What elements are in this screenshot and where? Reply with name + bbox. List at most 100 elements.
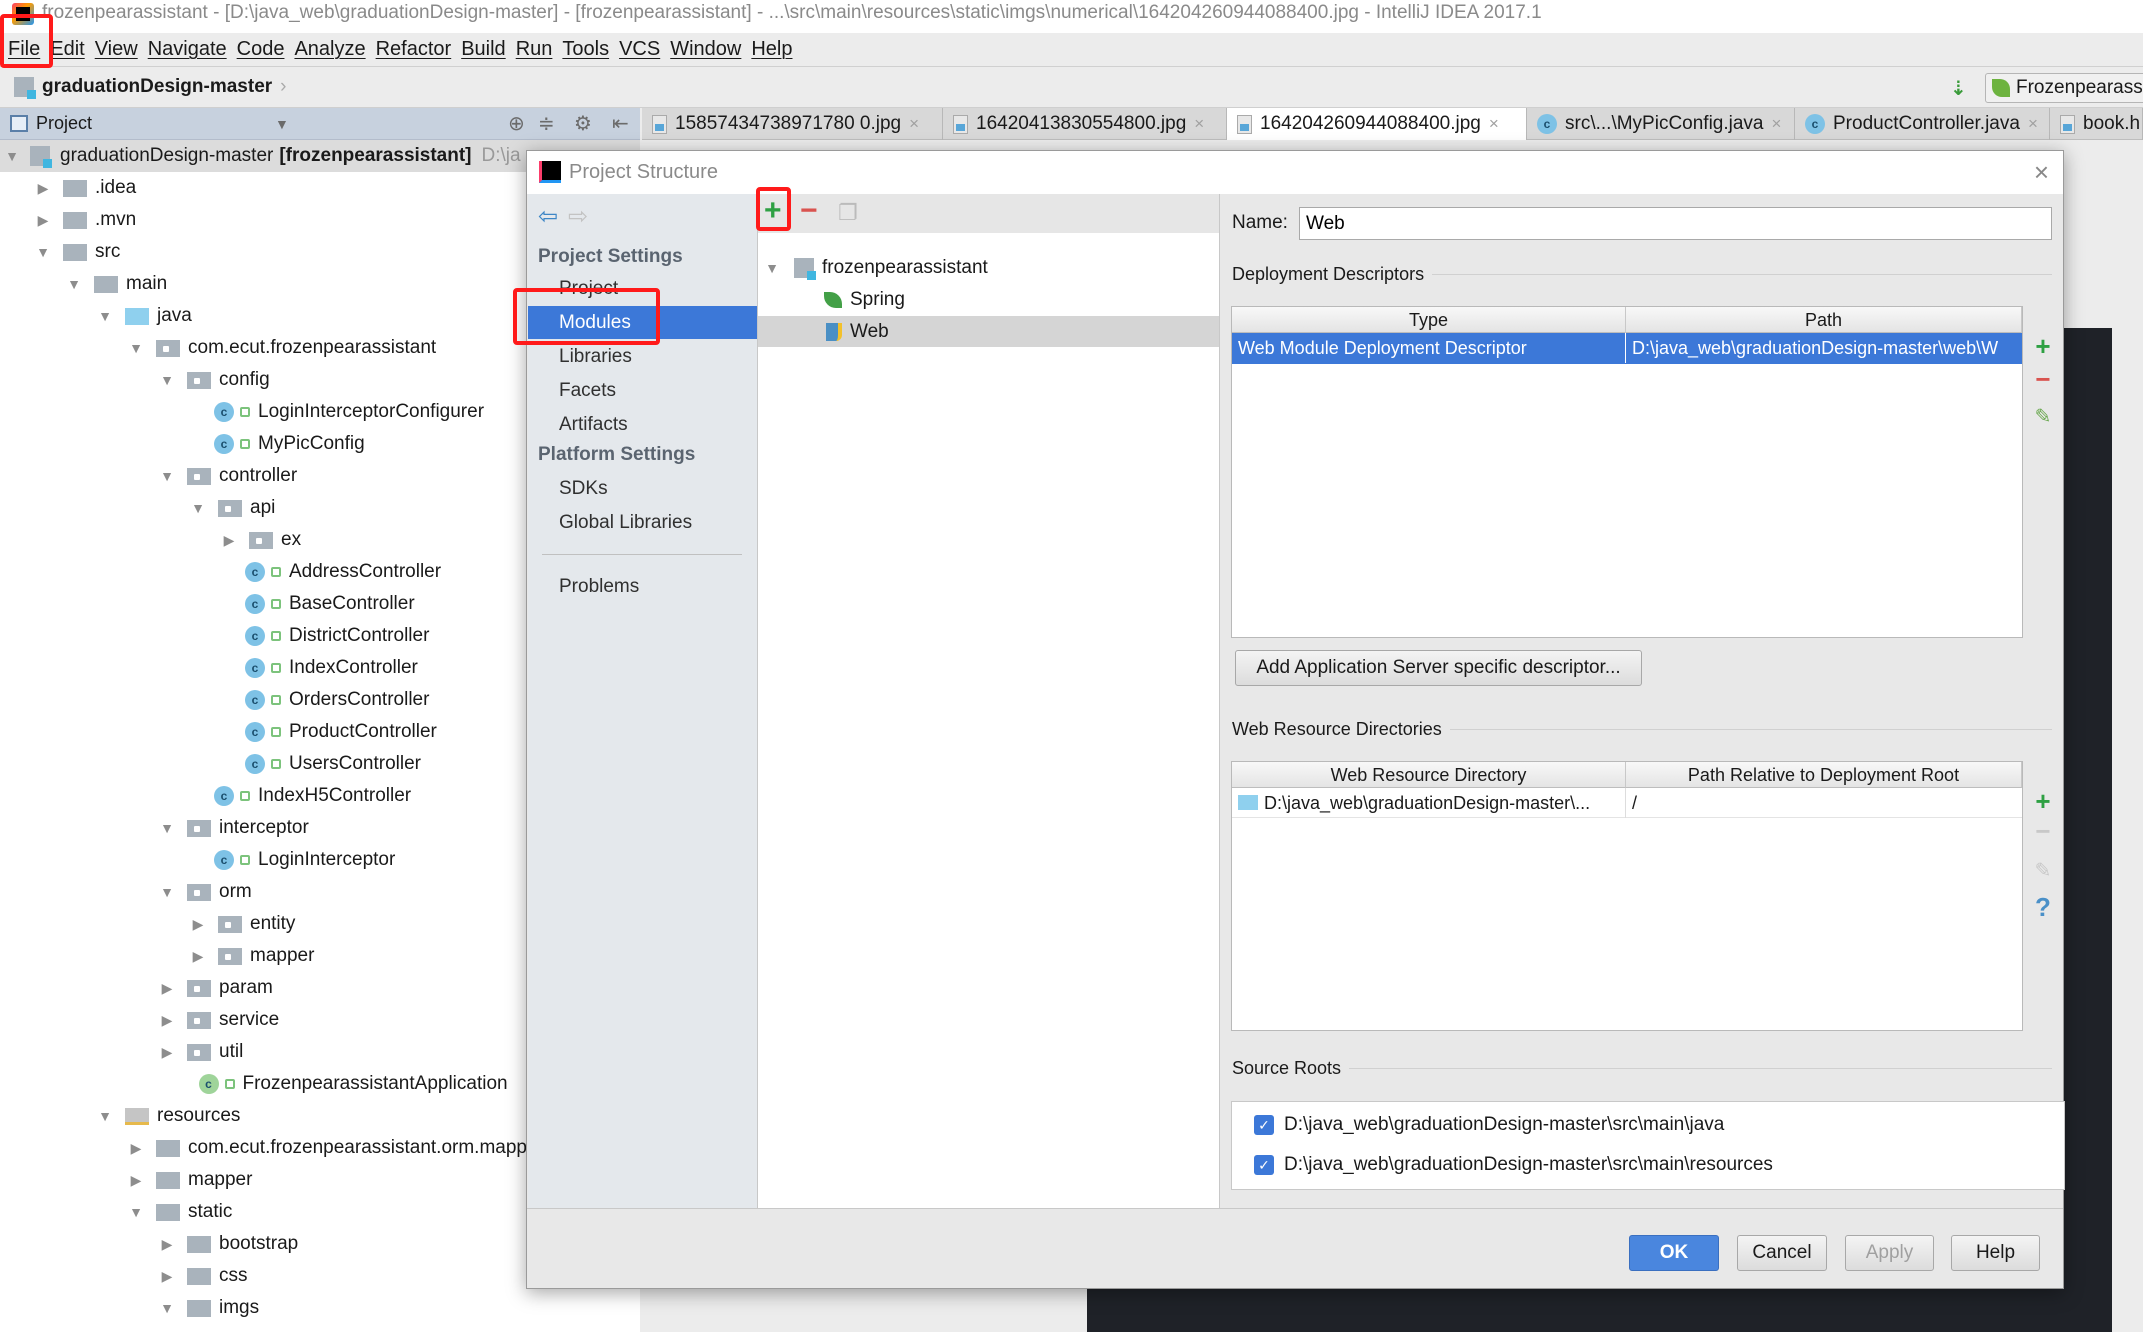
nav-item-problems[interactable]: Problems xyxy=(528,570,757,603)
back-arrow-icon[interactable]: ⇦ xyxy=(538,202,558,231)
tree-item-label: resources xyxy=(157,1105,241,1126)
collapse-arrow-icon[interactable]: ▼ xyxy=(95,1108,115,1124)
expand-arrow-icon[interactable]: ▶ xyxy=(188,916,208,933)
menu-tools[interactable]: Tools xyxy=(560,38,617,61)
close-tab-icon[interactable]: × xyxy=(1489,114,1499,134)
dropdown-arrow-icon[interactable]: ▼ xyxy=(275,116,289,132)
help-question-icon[interactable]: ? xyxy=(2028,892,2058,923)
download-sources-icon[interactable]: ⇣ xyxy=(1950,76,1967,101)
gear-icon[interactable]: ⚙ xyxy=(574,111,592,136)
collapse-arrow-icon[interactable]: ▼ xyxy=(33,244,53,260)
nav-item-global-libraries[interactable]: Global Libraries xyxy=(528,506,757,539)
editor-tab[interactable]: c src\...\MyPicConfig.java × xyxy=(1527,108,1795,140)
column-header-type[interactable]: Type xyxy=(1232,307,1626,333)
collapse-arrow-icon[interactable]: ▼ xyxy=(64,276,84,292)
add-web-resource-icon[interactable]: + xyxy=(2028,786,2058,817)
collapse-arrow-icon[interactable]: ▼ xyxy=(157,884,177,900)
expand-arrow-icon[interactable]: ▶ xyxy=(157,1044,177,1061)
menu-code[interactable]: Code xyxy=(235,38,293,61)
menu-edit[interactable]: Edit xyxy=(48,38,92,61)
run-configuration-select[interactable]: Frozenpearassi xyxy=(1985,73,2143,103)
expand-arrow-icon[interactable]: ▶ xyxy=(33,180,53,197)
tree-item[interactable]: ▼ imgs xyxy=(0,1292,640,1324)
remove-descriptor-icon[interactable]: − xyxy=(2028,364,2058,395)
menu-navigate[interactable]: Navigate xyxy=(146,38,235,61)
source-root-item[interactable]: ✓ D:\java_web\graduationDesign-master\src… xyxy=(1254,1154,1773,1176)
ok-button[interactable]: OK xyxy=(1629,1235,1719,1271)
editor-tab[interactable]: 15857434738971780 0.jpg × xyxy=(642,108,943,140)
project-view-select[interactable]: Project xyxy=(36,113,92,134)
class-icon: c xyxy=(245,690,281,710)
editor-tab[interactable]: 164204260944088400.jpg × xyxy=(1227,108,1527,140)
nav-item-artifacts[interactable]: Artifacts xyxy=(528,408,757,441)
name-input[interactable] xyxy=(1299,207,2052,240)
table-row[interactable]: Web Module Deployment Descriptor D:\java… xyxy=(1232,333,2022,364)
breadcrumb-label: graduationDesign-master xyxy=(42,76,273,97)
apply-button[interactable]: Apply xyxy=(1845,1235,1934,1271)
column-header-relative-path[interactable]: Path Relative to Deployment Root xyxy=(1626,762,2022,788)
collapse-arrow-icon[interactable]: ▼ xyxy=(126,1204,146,1220)
expand-arrow-icon[interactable]: ▶ xyxy=(126,1140,146,1157)
remove-icon[interactable]: − xyxy=(800,194,818,228)
help-button[interactable]: Help xyxy=(1951,1235,2040,1271)
expand-arrow-icon[interactable]: ▶ xyxy=(157,1012,177,1029)
checkbox-checked-icon[interactable]: ✓ xyxy=(1254,1155,1274,1175)
expand-arrow-icon[interactable]: ▶ xyxy=(157,1236,177,1253)
web-resource-table: Web Resource Directory Path Relative to … xyxy=(1231,761,2023,1031)
menu-analyze[interactable]: Analyze xyxy=(292,38,373,61)
folder-icon xyxy=(187,1299,211,1317)
menu-window[interactable]: Window xyxy=(668,38,749,61)
editor-tab[interactable]: book.h xyxy=(2050,108,2143,140)
column-header-path[interactable]: Path xyxy=(1626,307,2022,333)
table-row[interactable]: D:\java_web\graduationDesign-master\... … xyxy=(1232,788,2022,818)
scroll-from-source-icon[interactable]: ⊕ xyxy=(508,111,525,136)
menu-vcs[interactable]: VCS xyxy=(617,38,668,61)
expand-arrow-icon[interactable]: ▶ xyxy=(157,1268,177,1285)
checkbox-checked-icon[interactable]: ✓ xyxy=(1254,1115,1274,1135)
collapse-arrow-icon[interactable]: ▼ xyxy=(157,372,177,388)
source-root-item[interactable]: ✓ D:\java_web\graduationDesign-master\src… xyxy=(1254,1114,1724,1136)
collapse-arrow-icon[interactable]: ▼ xyxy=(95,308,115,324)
add-descriptor-icon[interactable]: + xyxy=(2028,331,2058,362)
cancel-button[interactable]: Cancel xyxy=(1737,1235,1827,1271)
close-icon[interactable]: × xyxy=(2034,157,2049,188)
menu-build[interactable]: Build xyxy=(459,38,513,61)
hide-panel-icon[interactable]: ⇤ xyxy=(612,111,629,136)
expand-arrow-icon[interactable]: ▶ xyxy=(126,1172,146,1189)
close-tab-icon[interactable]: × xyxy=(909,114,919,134)
collapse-arrow-icon[interactable]: ▼ xyxy=(157,468,177,484)
menu-refactor[interactable]: Refactor xyxy=(374,38,460,61)
nav-item-facets[interactable]: Facets xyxy=(528,374,757,407)
copy-icon[interactable]: ❐ xyxy=(838,200,858,226)
facet-web[interactable]: Web xyxy=(758,316,1219,347)
module-root[interactable]: ▼ frozenpearassistant xyxy=(758,252,1219,283)
nav-item-sdks[interactable]: SDKs xyxy=(528,472,757,505)
expand-icon[interactable]: ▼ xyxy=(762,260,782,276)
edit-pencil-icon[interactable]: ✎ xyxy=(2028,404,2058,429)
column-header-web-resource-directory[interactable]: Web Resource Directory xyxy=(1232,762,1626,788)
expand-arrow-icon[interactable]: ▶ xyxy=(188,948,208,965)
expand-arrow-icon[interactable]: ▶ xyxy=(33,212,53,229)
menu-run[interactable]: Run xyxy=(514,38,561,61)
remove-web-resource-icon[interactable]: − xyxy=(2028,816,2058,847)
collapse-arrow-icon[interactable]: ▼ xyxy=(157,1300,177,1316)
expand-arrow-icon[interactable]: ▶ xyxy=(219,532,239,549)
collapse-all-icon[interactable]: ≑ xyxy=(538,111,555,136)
editor-tab[interactable]: 16420413830554800.jpg × xyxy=(943,108,1227,140)
editor-tab[interactable]: c ProductController.java × xyxy=(1795,108,2050,140)
close-tab-icon[interactable]: × xyxy=(1772,114,1782,134)
close-tab-icon[interactable]: × xyxy=(2028,114,2038,134)
collapse-arrow-icon[interactable]: ▼ xyxy=(2,148,22,164)
collapse-arrow-icon[interactable]: ▼ xyxy=(157,820,177,836)
expand-arrow-icon[interactable]: ▶ xyxy=(157,980,177,997)
add-server-descriptor-button[interactable]: Add Application Server specific descript… xyxy=(1235,650,1642,686)
collapse-arrow-icon[interactable]: ▼ xyxy=(126,340,146,356)
collapse-arrow-icon[interactable]: ▼ xyxy=(188,500,208,516)
edit-pencil-icon[interactable]: ✎ xyxy=(2028,858,2058,883)
facet-spring[interactable]: Spring xyxy=(758,284,1219,315)
forward-arrow-icon[interactable]: ⇨ xyxy=(568,202,588,231)
menu-view[interactable]: View xyxy=(93,38,146,61)
close-tab-icon[interactable]: × xyxy=(1194,114,1204,134)
breadcrumb[interactable]: graduationDesign-master › xyxy=(14,76,286,99)
menu-help[interactable]: Help xyxy=(749,38,800,61)
